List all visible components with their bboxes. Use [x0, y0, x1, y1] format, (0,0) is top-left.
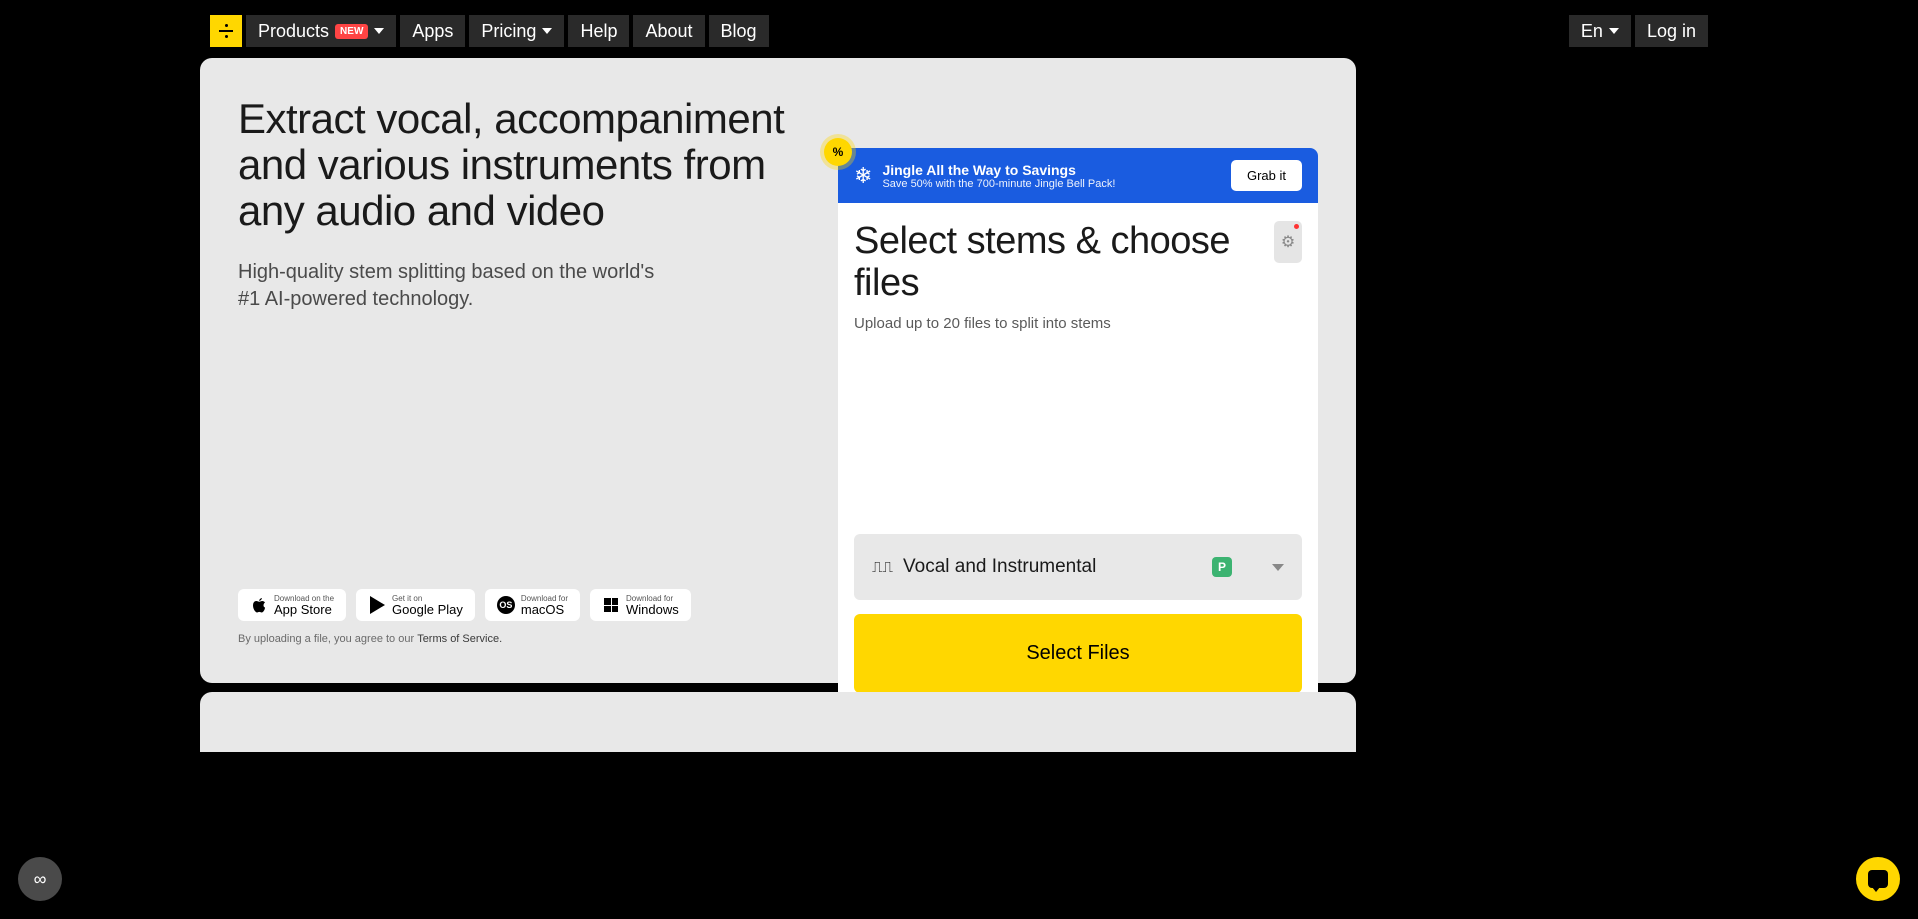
promo-subtitle: Save 50% with the 700-minute Jingle Bell… [882, 178, 1221, 190]
macos-icon: OS [497, 596, 515, 614]
second-card [200, 692, 1356, 752]
play-icon [368, 596, 386, 614]
promo-badge: % [824, 138, 852, 166]
apple-icon [250, 596, 268, 614]
widget-icon: ∞ [34, 869, 47, 890]
stem-select[interactable]: ⎍⎍ Vocal and Instrumental P [854, 534, 1302, 600]
chat-icon [1868, 870, 1888, 888]
appstore-big: App Store [274, 603, 334, 616]
play-big: Google Play [392, 603, 463, 616]
waveform-icon: ⎍⎍ [872, 559, 893, 576]
upload-title: Select stems & choose files [854, 221, 1274, 305]
download-windows[interactable]: Download for Windows [590, 589, 691, 621]
hero-title: Extract vocal, accompaniment and various… [238, 96, 788, 235]
nav-products[interactable]: Products NEW [246, 15, 396, 47]
hero-subtitle: High-quality stem splitting based on the… [238, 259, 658, 313]
preset-badge: P [1212, 557, 1232, 577]
windows-big: Windows [626, 603, 679, 616]
chevron-down-icon [1609, 28, 1619, 34]
download-appstore[interactable]: Download on the App Store [238, 589, 346, 621]
nav-blog[interactable]: Blog [709, 15, 769, 47]
chevron-down-icon [542, 28, 552, 34]
upload-caption: Upload up to 20 files to split into stem… [854, 315, 1302, 332]
settings-button[interactable]: ⚙ [1274, 221, 1302, 263]
main-card: Extract vocal, accompaniment and various… [200, 58, 1356, 683]
nav-help[interactable]: Help [568, 15, 629, 47]
nav-apps[interactable]: Apps [400, 15, 465, 47]
nav-language[interactable]: En [1569, 15, 1631, 47]
gear-icon: ⚙ [1281, 232, 1295, 252]
snowflake-icon: ❄ [854, 163, 872, 189]
new-badge: NEW [335, 24, 368, 39]
windows-icon [602, 596, 620, 614]
nav-about[interactable]: About [633, 15, 704, 47]
stem-label: Vocal and Instrumental [903, 556, 1202, 578]
widget-button[interactable]: ∞ [18, 857, 62, 901]
logo[interactable] [210, 15, 242, 47]
chevron-down-icon [374, 28, 384, 34]
grab-button[interactable]: Grab it [1231, 160, 1302, 191]
nav-pricing-label: Pricing [481, 21, 536, 42]
tos-link[interactable]: Terms of Service. [417, 633, 502, 645]
nav-products-label: Products [258, 21, 329, 42]
download-googleplay[interactable]: Get it on Google Play [356, 589, 475, 621]
promo-banner: % ❄ Jingle All the Way to Savings Save 5… [838, 148, 1318, 203]
select-files-button[interactable]: Select Files [854, 614, 1302, 693]
nav-language-label: En [1581, 21, 1603, 42]
nav-pricing[interactable]: Pricing [469, 15, 564, 47]
tos-text: By uploading a file, you agree to our Te… [238, 633, 502, 645]
nav-login[interactable]: Log in [1635, 15, 1708, 47]
chevron-down-icon [1272, 564, 1284, 571]
tos-prefix: By uploading a file, you agree to our [238, 633, 417, 645]
macos-big: macOS [521, 603, 568, 616]
download-macos[interactable]: OS Download for macOS [485, 589, 580, 621]
upload-panel: % ❄ Jingle All the Way to Savings Save 5… [838, 148, 1318, 708]
promo-title: Jingle All the Way to Savings [882, 162, 1221, 178]
chat-button[interactable] [1856, 857, 1900, 901]
